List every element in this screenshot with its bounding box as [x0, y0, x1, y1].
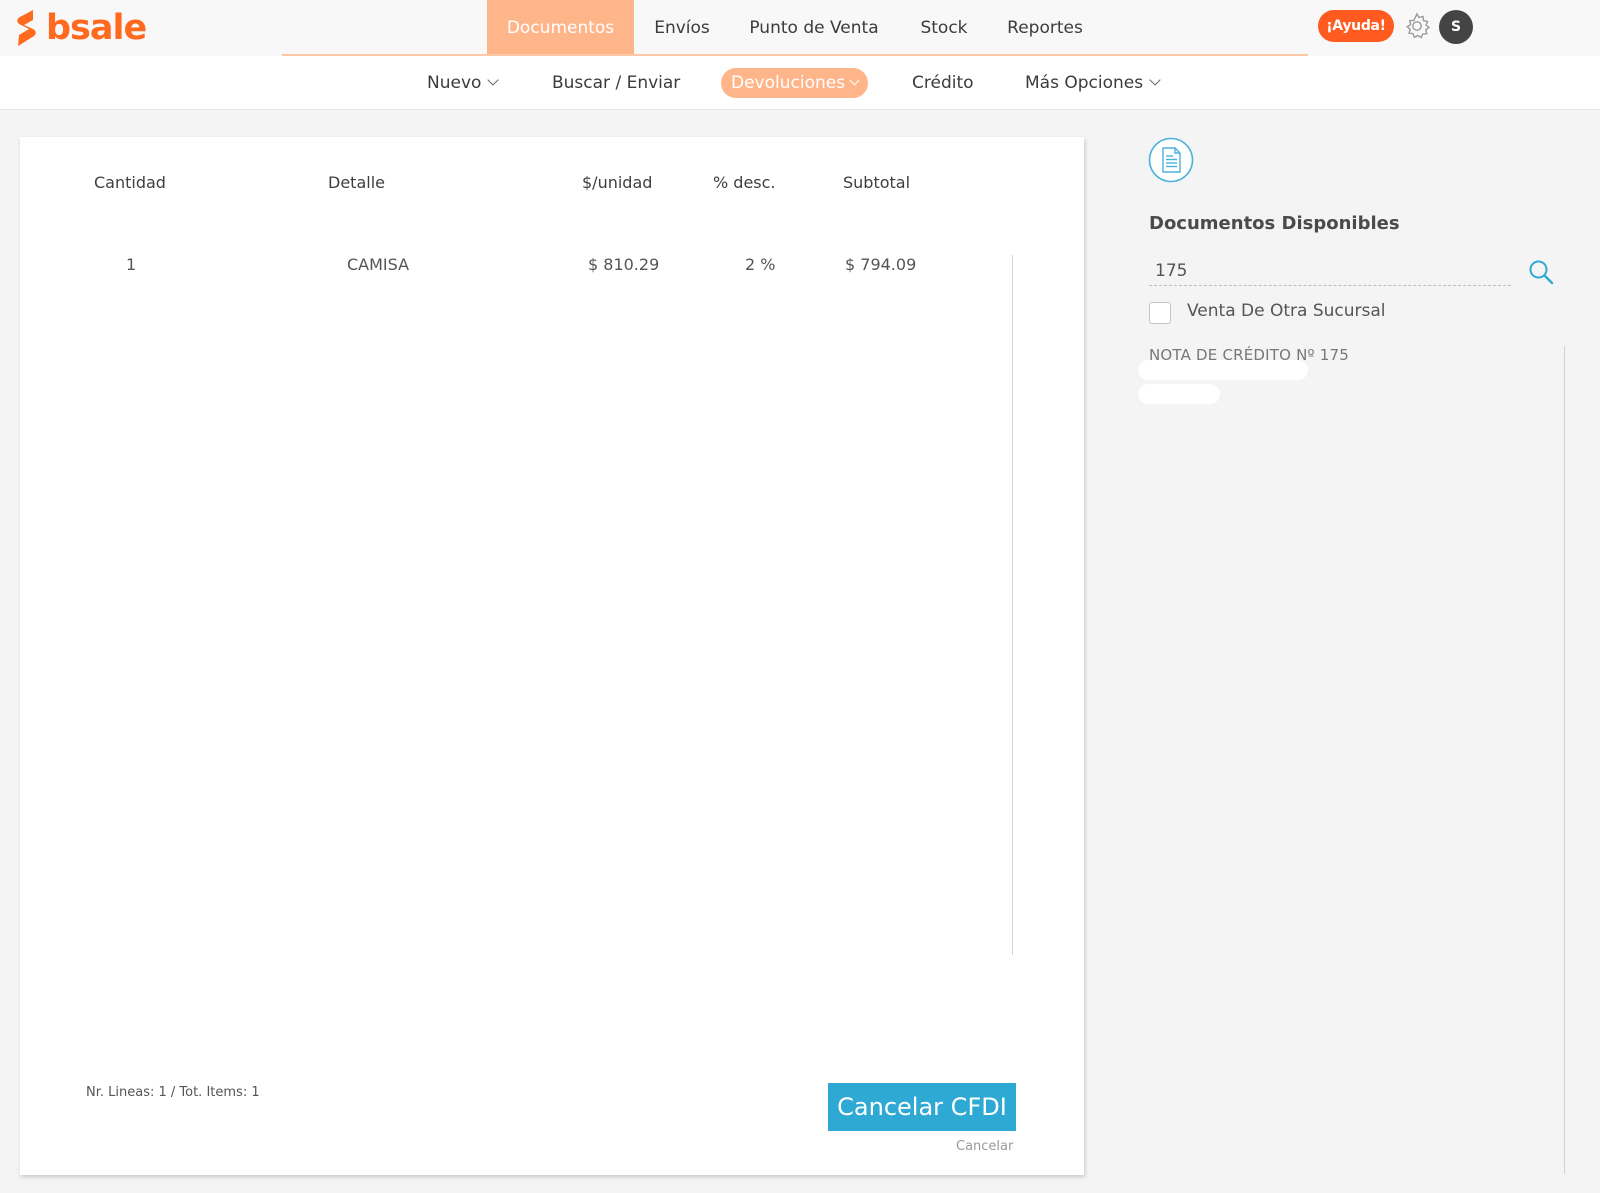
line-item-count: Nr. Lineas: 1 / Tot. Items: 1 [86, 1085, 260, 1100]
cell-cantidad[interactable]: 1 [126, 255, 136, 274]
help-button[interactable]: ¡Ayuda! [1318, 10, 1394, 42]
redacted-block [1138, 384, 1220, 404]
col-header-discount: % desc. [713, 173, 776, 192]
bsale-logo-icon [17, 10, 36, 46]
cell-detalle[interactable]: CAMISA [347, 255, 409, 274]
bsale-logo[interactable]: bsale [14, 6, 147, 50]
chevron-down-icon [1149, 74, 1161, 86]
subnav-mas-opciones[interactable]: Más Opciones [1025, 56, 1161, 110]
cell-discount[interactable]: 2 % [745, 255, 775, 274]
redacted-block [1138, 360, 1308, 380]
top-navbar: bsale Documentos Envíos Punto de Venta S… [0, 0, 1600, 56]
search-icon[interactable] [1527, 258, 1555, 286]
nav-documentos[interactable]: Documentos [487, 0, 634, 56]
cancelar-cfdi-button[interactable]: Cancelar CFDI [828, 1083, 1016, 1131]
subnav-credito-label: Crédito [912, 73, 974, 93]
subnav-buscar-enviar[interactable]: Buscar / Enviar [552, 56, 680, 110]
col-header-subtotal: Subtotal [843, 173, 911, 192]
subnav-mas-opciones-label: Más Opciones [1025, 73, 1144, 93]
chevron-down-icon [487, 74, 500, 86]
documentos-disponibles-title: Documentos Disponibles [1149, 213, 1400, 234]
document-icon [1148, 137, 1194, 183]
nav-punto-de-venta[interactable]: Punto de Venta [740, 0, 888, 56]
cell-unit-price[interactable]: $ 810.29 [588, 255, 659, 274]
col-header-unit-price: $/unidad [582, 173, 653, 192]
subnav-nuevo-label: Nuevo [427, 73, 482, 93]
cancel-link[interactable]: Cancelar [956, 1139, 1013, 1154]
subnav-nuevo[interactable]: Nuevo [427, 56, 500, 110]
col-header-detalle: Detalle [328, 173, 385, 192]
nav-stock[interactable]: Stock [912, 0, 976, 56]
chevron-down-icon [849, 75, 860, 86]
gear-icon[interactable] [1402, 11, 1432, 41]
subnav-devoluciones[interactable]: Devoluciones [721, 68, 869, 98]
otra-sucursal-label[interactable]: Venta De Otra Sucursal [1187, 301, 1386, 321]
nav-envios[interactable]: Envíos [642, 0, 722, 56]
user-avatar[interactable]: S [1439, 10, 1473, 44]
logo-text: bsale [46, 7, 147, 48]
otra-sucursal-checkbox[interactable] [1149, 302, 1171, 324]
sub-navbar: Nuevo Buscar / Enviar Devoluciones Crédi… [0, 56, 1600, 110]
subnav-buscar-enviar-label: Buscar / Enviar [552, 73, 681, 93]
subnav-credito[interactable]: Crédito [912, 56, 974, 110]
panel-scroll-divider [1564, 346, 1565, 1174]
document-search-input[interactable] [1149, 256, 1511, 286]
subnav-devoluciones-label: Devoluciones [731, 73, 846, 93]
table-scroll-divider [1012, 255, 1013, 955]
cell-subtotal: $ 794.09 [845, 255, 917, 274]
document-card: Cantidad Detalle $/unidad % desc. Subtot… [20, 137, 1084, 1175]
nav-reportes[interactable]: Reportes [999, 0, 1091, 56]
col-header-cantidad: Cantidad [94, 173, 166, 192]
